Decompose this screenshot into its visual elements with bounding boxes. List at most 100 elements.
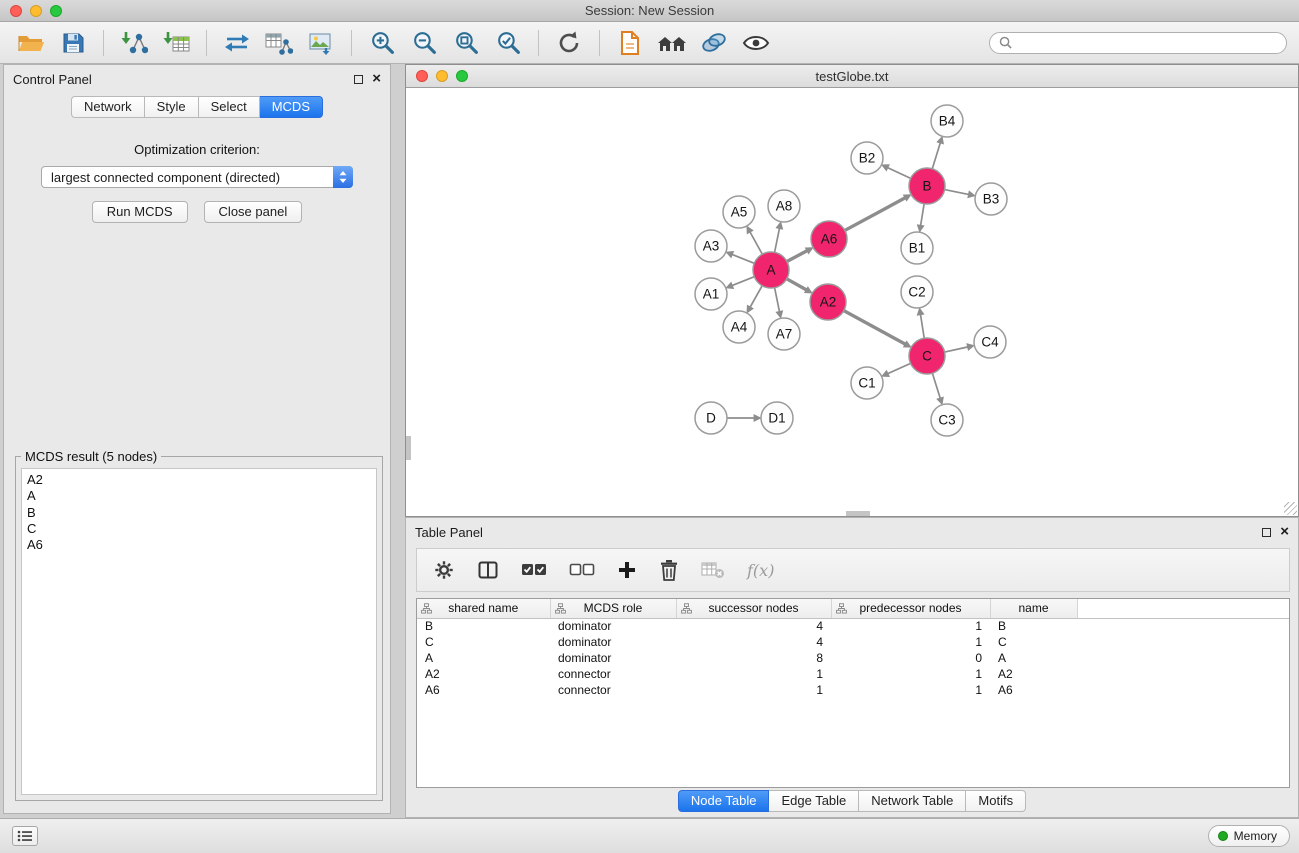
graph-node-C4[interactable]: C4 bbox=[974, 326, 1006, 358]
resize-grip[interactable] bbox=[1284, 502, 1297, 515]
result-item[interactable]: A bbox=[27, 488, 371, 504]
session-home-button[interactable] bbox=[653, 26, 691, 60]
function-builder-button[interactable]: f(x) bbox=[747, 561, 774, 580]
table-row[interactable]: A2connector 11 A2 bbox=[417, 666, 1289, 682]
import-network-from-file-button[interactable] bbox=[115, 26, 153, 60]
graph-node-C[interactable]: C bbox=[909, 338, 945, 374]
network-window-titlebar[interactable]: testGlobe.txt bbox=[406, 65, 1298, 88]
column-header-shared-name[interactable]: shared name bbox=[417, 599, 550, 618]
graph-edge-C-C1[interactable] bbox=[888, 363, 911, 373]
tab-motifs[interactable]: Motifs bbox=[966, 790, 1026, 812]
graph-edge-A-A1[interactable] bbox=[732, 277, 754, 286]
graph-node-D1[interactable]: D1 bbox=[761, 402, 793, 434]
graph-node-A3[interactable]: A3 bbox=[695, 230, 727, 262]
graph-edge-B-B4[interactable] bbox=[932, 143, 940, 169]
deselect-all-rows-button[interactable] bbox=[569, 561, 595, 579]
result-item[interactable]: A6 bbox=[27, 537, 371, 553]
table-row[interactable]: Cdominator 41 C bbox=[417, 634, 1289, 650]
graph-node-A6[interactable]: A6 bbox=[811, 221, 847, 257]
minimize-window-button[interactable] bbox=[30, 5, 42, 17]
graph-node-A5[interactable]: A5 bbox=[723, 196, 755, 228]
export-image-button[interactable] bbox=[302, 26, 340, 60]
graph-node-A2[interactable]: A2 bbox=[810, 284, 846, 320]
maximize-network-window-button[interactable] bbox=[456, 70, 468, 82]
graph-node-A8[interactable]: A8 bbox=[768, 190, 800, 222]
graph-node-C1[interactable]: C1 bbox=[851, 367, 883, 399]
column-header-successor-nodes[interactable]: successor nodes bbox=[676, 599, 831, 618]
refresh-view-button[interactable] bbox=[550, 26, 588, 60]
import-table-from-file-button[interactable] bbox=[157, 26, 195, 60]
show-graphics-details-button[interactable] bbox=[737, 26, 775, 60]
float-panel-icon[interactable] bbox=[354, 75, 363, 84]
open-document-button[interactable] bbox=[611, 26, 649, 60]
tab-select[interactable]: Select bbox=[199, 96, 260, 118]
network-graph[interactable]: B4B2BB3A5A8A6B1A3AC2A1A2A4A7C4CC1C3DD1 bbox=[406, 88, 1298, 516]
graph-edge-C-C4[interactable] bbox=[945, 347, 968, 352]
close-panel-icon[interactable]: × bbox=[372, 74, 381, 84]
graph-edge-A6-B[interactable] bbox=[845, 198, 905, 231]
graph-edge-B-B1[interactable] bbox=[921, 204, 924, 226]
save-session-button[interactable] bbox=[54, 26, 92, 60]
zoom-out-button[interactable] bbox=[405, 26, 443, 60]
show-columns-button[interactable] bbox=[477, 559, 499, 581]
select-all-rows-button[interactable] bbox=[521, 561, 547, 579]
graph-node-A1[interactable]: A1 bbox=[695, 278, 727, 310]
open-session-button[interactable] bbox=[12, 26, 50, 60]
graph-edge-C-C3[interactable] bbox=[932, 373, 940, 398]
mcds-result-list[interactable]: A2 A B C A6 bbox=[21, 468, 377, 795]
graph-edge-A-A5[interactable] bbox=[750, 232, 762, 254]
close-network-window-button[interactable] bbox=[416, 70, 428, 82]
graph-edge-C-C2[interactable] bbox=[921, 315, 925, 338]
maximize-window-button[interactable] bbox=[50, 5, 62, 17]
graph-edge-A-A2[interactable] bbox=[787, 279, 807, 290]
column-header-name[interactable]: name bbox=[990, 599, 1077, 618]
column-header-mcds-role[interactable]: MCDS role bbox=[550, 599, 676, 618]
graph-node-A[interactable]: A bbox=[753, 252, 789, 288]
table-row[interactable]: Adominator 80 A bbox=[417, 650, 1289, 666]
search-box[interactable] bbox=[989, 32, 1287, 54]
graph-edge-A-A3[interactable] bbox=[732, 255, 754, 264]
graph-node-B1[interactable]: B1 bbox=[901, 232, 933, 264]
tab-node-table[interactable]: Node Table bbox=[678, 790, 770, 812]
tab-network-table[interactable]: Network Table bbox=[859, 790, 966, 812]
zoom-selected-button[interactable] bbox=[489, 26, 527, 60]
apply-style-button[interactable] bbox=[695, 26, 733, 60]
new-network-from-table-button[interactable] bbox=[260, 26, 298, 60]
run-mcds-button[interactable]: Run MCDS bbox=[92, 201, 188, 223]
network-canvas[interactable]: B4B2BB3A5A8A6B1A3AC2A1A2A4A7C4CC1C3DD1 bbox=[406, 88, 1298, 516]
graph-edge-A2-C[interactable] bbox=[844, 311, 905, 344]
close-window-button[interactable] bbox=[10, 5, 22, 17]
graph-node-A7[interactable]: A7 bbox=[768, 318, 800, 350]
result-item[interactable]: A2 bbox=[27, 472, 371, 488]
node-table-container[interactable]: shared name MCDS role bbox=[416, 598, 1290, 788]
graph-node-B[interactable]: B bbox=[909, 168, 945, 204]
delete-column-button[interactable] bbox=[659, 559, 679, 581]
graph-edge-B-B2[interactable] bbox=[888, 168, 911, 179]
graph-node-B3[interactable]: B3 bbox=[975, 183, 1007, 215]
merge-networks-button[interactable] bbox=[218, 26, 256, 60]
result-item[interactable]: C bbox=[27, 521, 371, 537]
graph-edge-A-A6[interactable] bbox=[787, 251, 807, 262]
graph-node-A4[interactable]: A4 bbox=[723, 311, 755, 343]
tab-style[interactable]: Style bbox=[145, 96, 199, 118]
result-item[interactable]: B bbox=[27, 505, 371, 521]
graph-edge-B-B3[interactable] bbox=[945, 190, 969, 195]
float-table-panel-icon[interactable] bbox=[1262, 528, 1271, 537]
graph-node-B2[interactable]: B2 bbox=[851, 142, 883, 174]
delete-table-button[interactable] bbox=[701, 560, 725, 580]
add-column-button[interactable] bbox=[617, 560, 637, 580]
task-history-button[interactable] bbox=[12, 826, 38, 846]
close-panel-button[interactable]: Close panel bbox=[204, 201, 303, 223]
optimization-criterion-dropdown[interactable]: largest connected component (directed) bbox=[41, 166, 353, 188]
vertical-scrollbar-thumb[interactable] bbox=[406, 436, 411, 460]
graph-node-B4[interactable]: B4 bbox=[931, 105, 963, 137]
table-settings-button[interactable] bbox=[433, 559, 455, 581]
dropdown-stepper-icon[interactable] bbox=[333, 166, 353, 188]
close-table-panel-icon[interactable]: × bbox=[1280, 527, 1289, 537]
graph-edge-A-A8[interactable] bbox=[775, 229, 780, 253]
column-header-predecessor-nodes[interactable]: predecessor nodes bbox=[831, 599, 990, 618]
tab-edge-table[interactable]: Edge Table bbox=[769, 790, 859, 812]
graph-edge-A-A4[interactable] bbox=[750, 286, 762, 307]
zoom-in-button[interactable] bbox=[363, 26, 401, 60]
memory-button[interactable]: Memory bbox=[1208, 825, 1290, 847]
